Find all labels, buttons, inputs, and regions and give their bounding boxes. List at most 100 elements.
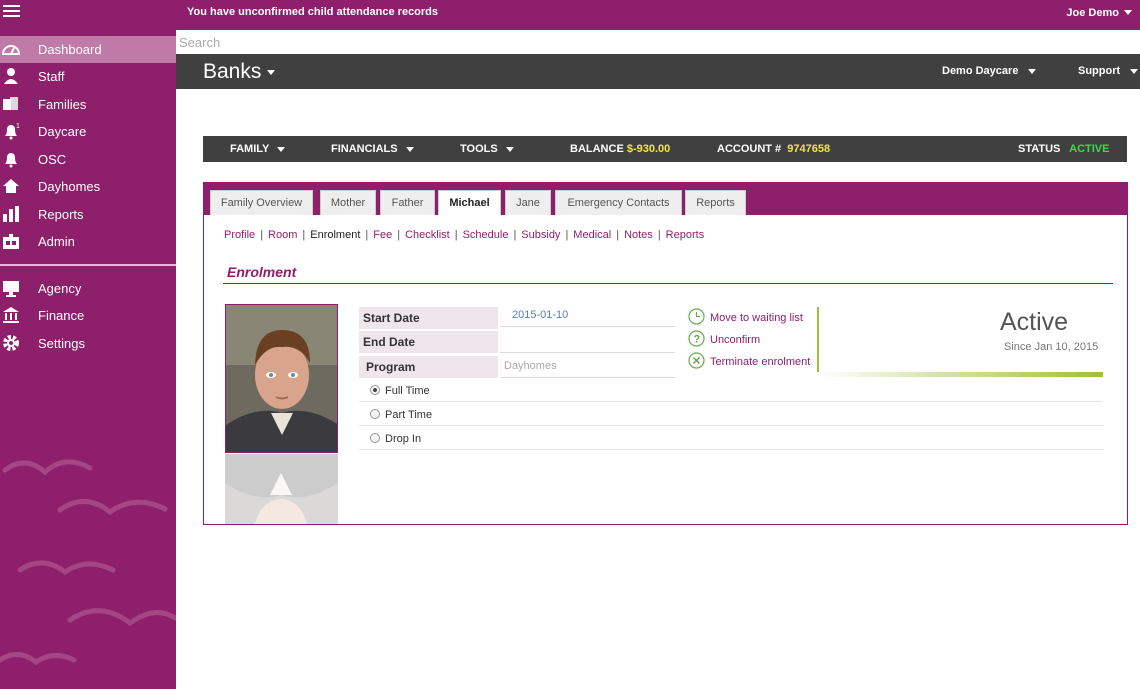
start-date-value[interactable]: 2015-01-10 (500, 305, 675, 327)
program-select[interactable]: Dayhomes (500, 356, 675, 378)
child-photo (225, 304, 338, 453)
close-circle-icon (688, 352, 705, 369)
svg-text:1: 1 (16, 123, 20, 130)
radio-selected-icon (370, 385, 380, 395)
family-menu[interactable]: FAMILY (230, 143, 286, 155)
bell-icon (5, 153, 17, 168)
subnav-room[interactable]: Room (268, 229, 297, 241)
sidebar-item-label: Admin (38, 234, 75, 249)
subnav-enrolment[interactable]: Enrolment (310, 229, 360, 241)
sidebar-item-settings[interactable]: Settings (0, 330, 176, 357)
bell-icon: 1 (5, 123, 20, 140)
sidebar-item-dashboard[interactable]: Dashboard (0, 36, 176, 63)
sidebar-divider (0, 264, 176, 266)
tools-menu[interactable]: TOOLS (460, 143, 514, 155)
tab-reports[interactable]: Reports (685, 190, 746, 215)
status-divider (817, 307, 819, 373)
daycare-dropdown[interactable]: Demo Daycare (942, 65, 1037, 77)
sidebar-item-finance[interactable]: Finance (0, 302, 176, 329)
sidebar-item-dayhomes[interactable]: Dayhomes (0, 173, 176, 200)
sidebar-item-label: Dayhomes (38, 179, 101, 194)
clock-icon (688, 308, 705, 325)
tab-jane[interactable]: Jane (505, 190, 551, 215)
sidebar-item-label: Reports (38, 207, 84, 222)
tab-mother[interactable]: Mother (320, 190, 376, 215)
sidebar-item-osc[interactable]: OSC (0, 146, 176, 173)
status-value: ACTIVE (1069, 143, 1110, 155)
terminate-enrolment-link[interactable]: Terminate enrolment (688, 352, 810, 369)
chevron-down-icon (405, 146, 414, 152)
sidebar-item-reports[interactable]: Reports (0, 201, 176, 228)
chevron-down-icon (1130, 68, 1139, 74)
monitor-icon (3, 281, 19, 297)
chevron-down-icon (1028, 68, 1037, 74)
child-panel: Family Overview Mother Father Michael Ja… (203, 182, 1128, 525)
subnav-medical[interactable]: Medical (573, 229, 611, 241)
section-title: Enrolment (227, 264, 297, 280)
tab-michael[interactable]: Michael (438, 190, 501, 215)
status-underline (817, 372, 1103, 377)
subnav-notes[interactable]: Notes (624, 229, 653, 241)
support-dropdown[interactable]: Support (1078, 65, 1139, 77)
svg-text:?: ? (694, 334, 701, 346)
subnav-reports[interactable]: Reports (666, 229, 705, 241)
chevron-down-icon (277, 146, 286, 152)
user-menu[interactable]: Joe Demo (1066, 7, 1132, 19)
drop-in-radio[interactable]: Drop In (370, 433, 421, 445)
family-header: Banks Demo Daycare Support (176, 54, 1140, 89)
end-date-value[interactable] (500, 331, 675, 353)
subnav-profile[interactable]: Profile (224, 229, 255, 241)
tab-bar: Family Overview Mother Father Michael Ja… (204, 183, 1127, 215)
move-to-waiting-list-link[interactable]: Move to waiting list (688, 308, 803, 325)
radio-icon (370, 433, 380, 443)
admin-icon (3, 234, 19, 249)
subnav-schedule[interactable]: Schedule (463, 229, 509, 241)
attendance-notice[interactable]: You have unconfirmed child attendance re… (187, 6, 438, 18)
unconfirm-link[interactable]: ? Unconfirm (688, 330, 760, 347)
status-display: STATUS ACTIVE (1018, 143, 1110, 155)
row-divider (359, 449, 1104, 450)
enrolment-status: Active (1000, 308, 1069, 336)
full-time-radio[interactable]: Full Time (370, 385, 430, 397)
sidebar-item-admin[interactable]: Admin (0, 228, 176, 255)
tab-family-overview[interactable]: Family Overview (210, 190, 313, 215)
sidebar-item-families[interactable]: Families (0, 91, 176, 118)
sidebar-item-agency[interactable]: Agency (0, 275, 176, 302)
tab-father[interactable]: Father (380, 190, 435, 215)
sidebar-item-label: OSC (38, 152, 67, 167)
program-label: Program (359, 356, 498, 378)
subnav: Profile | Room | Enrolment | Fee | Checklist | Sch… (224, 229, 705, 241)
gauge-icon (2, 45, 20, 55)
search-input[interactable] (176, 31, 1140, 53)
family-title-dropdown[interactable]: Banks (203, 60, 276, 84)
balance-value: $-930.00 (626, 143, 671, 155)
start-date-label: Start Date (359, 307, 498, 329)
sidebar-item-label: Agency (38, 281, 82, 296)
sidebar-item-staff[interactable]: Staff (0, 63, 176, 90)
part-time-radio[interactable]: Part Time (370, 409, 432, 421)
chevron-down-icon (505, 146, 514, 152)
sidebar-item-daycare[interactable]: 1 Daycare (0, 118, 176, 145)
family-icon (3, 97, 18, 110)
sidebar-item-label: Settings (38, 336, 85, 351)
section-divider (223, 283, 1113, 284)
financials-menu[interactable]: FINANCIALS (331, 143, 414, 155)
question-icon: ? (688, 330, 705, 347)
child-photo-reflection (225, 454, 338, 524)
sidebar-item-label: Families (38, 97, 87, 112)
account-number: 9747658 (787, 143, 831, 155)
tab-emergency-contacts[interactable]: Emergency Contacts (555, 190, 682, 215)
birds-background (0, 459, 176, 666)
subnav-subsidy[interactable]: Subsidy (521, 229, 560, 241)
account-display: ACCOUNT # 9747658 (717, 143, 831, 155)
bar-chart-icon (3, 206, 19, 222)
sidebar-item-label: Dashboard (38, 42, 102, 57)
row-divider (359, 401, 1102, 402)
status-since: Since Jan 10, 2015 (1004, 341, 1099, 353)
subnav-checklist[interactable]: Checklist (405, 229, 450, 241)
subnav-fee[interactable]: Fee (373, 229, 392, 241)
sidebar: Dashboard Staff Families 1 Daycare OSC D… (0, 30, 176, 689)
end-date-label: End Date (359, 331, 498, 353)
home-icon (3, 179, 19, 193)
menu-icon[interactable] (3, 5, 20, 19)
